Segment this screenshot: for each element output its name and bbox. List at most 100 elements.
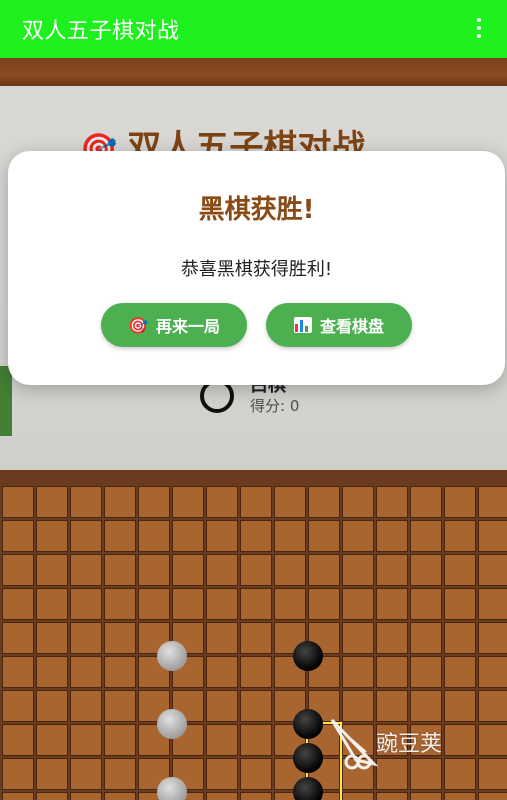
board-cell[interactable]: [70, 690, 102, 722]
board-cell[interactable]: [308, 520, 340, 552]
board-cell[interactable]: [240, 622, 272, 654]
board-cell[interactable]: [206, 656, 238, 688]
board-cell[interactable]: [240, 588, 272, 620]
board-cell[interactable]: [206, 588, 238, 620]
board-cell[interactable]: [206, 792, 238, 800]
board-cell[interactable]: [240, 520, 272, 552]
board-cell[interactable]: [2, 792, 34, 800]
board-cell[interactable]: [70, 520, 102, 552]
board-cell[interactable]: [104, 758, 136, 790]
board-cell[interactable]: [104, 554, 136, 586]
board-cell[interactable]: [376, 520, 408, 552]
board-cell[interactable]: [36, 554, 68, 586]
board-cell[interactable]: [308, 588, 340, 620]
board-cell[interactable]: [2, 554, 34, 586]
board-cell[interactable]: [444, 554, 476, 586]
board-cell[interactable]: [376, 554, 408, 586]
board-cell[interactable]: [2, 758, 34, 790]
board-cell[interactable]: [410, 622, 442, 654]
board-cell[interactable]: [342, 486, 374, 518]
board-cell[interactable]: [376, 486, 408, 518]
board-cell[interactable]: [478, 554, 507, 586]
board-cell[interactable]: [342, 588, 374, 620]
board-cell[interactable]: [36, 486, 68, 518]
board-cell[interactable]: [410, 520, 442, 552]
board-cell[interactable]: [240, 690, 272, 722]
board-cell[interactable]: [104, 724, 136, 756]
board-cell[interactable]: [240, 758, 272, 790]
board-cell[interactable]: [444, 486, 476, 518]
board-cell[interactable]: [2, 622, 34, 654]
board-cell[interactable]: [206, 554, 238, 586]
board-cell[interactable]: [206, 486, 238, 518]
board-cell[interactable]: [70, 588, 102, 620]
board-cell[interactable]: [36, 690, 68, 722]
board-cell[interactable]: [410, 588, 442, 620]
board-cell[interactable]: [444, 758, 476, 790]
board-cell[interactable]: [70, 792, 102, 800]
board-cell[interactable]: [308, 554, 340, 586]
board-cell[interactable]: [2, 520, 34, 552]
board-cell[interactable]: [478, 690, 507, 722]
board-cell[interactable]: [342, 520, 374, 552]
board-cell[interactable]: [36, 792, 68, 800]
board-cell[interactable]: [70, 724, 102, 756]
board-cell[interactable]: [36, 656, 68, 688]
board-cell[interactable]: [444, 690, 476, 722]
board-cell[interactable]: [478, 622, 507, 654]
board-cell[interactable]: [444, 622, 476, 654]
board-cell[interactable]: [444, 520, 476, 552]
board-cell[interactable]: [104, 792, 136, 800]
more-vert-icon[interactable]: [469, 12, 489, 44]
board-cell[interactable]: [104, 622, 136, 654]
board-cell[interactable]: [2, 486, 34, 518]
board-cell[interactable]: [138, 554, 170, 586]
board-cell[interactable]: [478, 724, 507, 756]
board-cell[interactable]: [444, 724, 476, 756]
board-cell[interactable]: [444, 792, 476, 800]
board-cell[interactable]: [172, 554, 204, 586]
board-cell[interactable]: [36, 622, 68, 654]
board-cell[interactable]: [376, 588, 408, 620]
board-cell[interactable]: [70, 554, 102, 586]
board-cell[interactable]: [274, 486, 306, 518]
board-cell[interactable]: [240, 724, 272, 756]
board-cell[interactable]: [36, 758, 68, 790]
board-cell[interactable]: [410, 656, 442, 688]
board-cell[interactable]: [104, 588, 136, 620]
board-cell[interactable]: [70, 758, 102, 790]
board-cell[interactable]: [172, 520, 204, 552]
board-cell[interactable]: [342, 656, 374, 688]
board-cell[interactable]: [206, 724, 238, 756]
board-cell[interactable]: [274, 520, 306, 552]
board-cell[interactable]: [104, 656, 136, 688]
board-cell[interactable]: [240, 656, 272, 688]
board-cell[interactable]: [138, 520, 170, 552]
view-board-button[interactable]: 查看棋盘: [266, 303, 412, 347]
board-cell[interactable]: [376, 622, 408, 654]
board-cell[interactable]: [410, 554, 442, 586]
board-cell[interactable]: [206, 690, 238, 722]
board-cell[interactable]: [172, 486, 204, 518]
board-cell[interactable]: [2, 690, 34, 722]
board-cell[interactable]: [478, 758, 507, 790]
board-cell[interactable]: [342, 554, 374, 586]
board-cell[interactable]: [478, 588, 507, 620]
board-cell[interactable]: [138, 486, 170, 518]
board-cell[interactable]: [2, 588, 34, 620]
board-cell[interactable]: [70, 486, 102, 518]
board-cell[interactable]: [478, 486, 507, 518]
board-cell[interactable]: [2, 656, 34, 688]
board-cell[interactable]: [410, 792, 442, 800]
board-cell[interactable]: [342, 792, 374, 800]
board-cell[interactable]: [36, 724, 68, 756]
board-cell[interactable]: [240, 554, 272, 586]
board-cell[interactable]: [138, 588, 170, 620]
board-cell[interactable]: [104, 486, 136, 518]
board-cell[interactable]: [342, 622, 374, 654]
board-cell[interactable]: [274, 554, 306, 586]
board-cell[interactable]: [478, 520, 507, 552]
board-cell[interactable]: [410, 486, 442, 518]
board-cell[interactable]: [206, 520, 238, 552]
board-cell[interactable]: [2, 724, 34, 756]
